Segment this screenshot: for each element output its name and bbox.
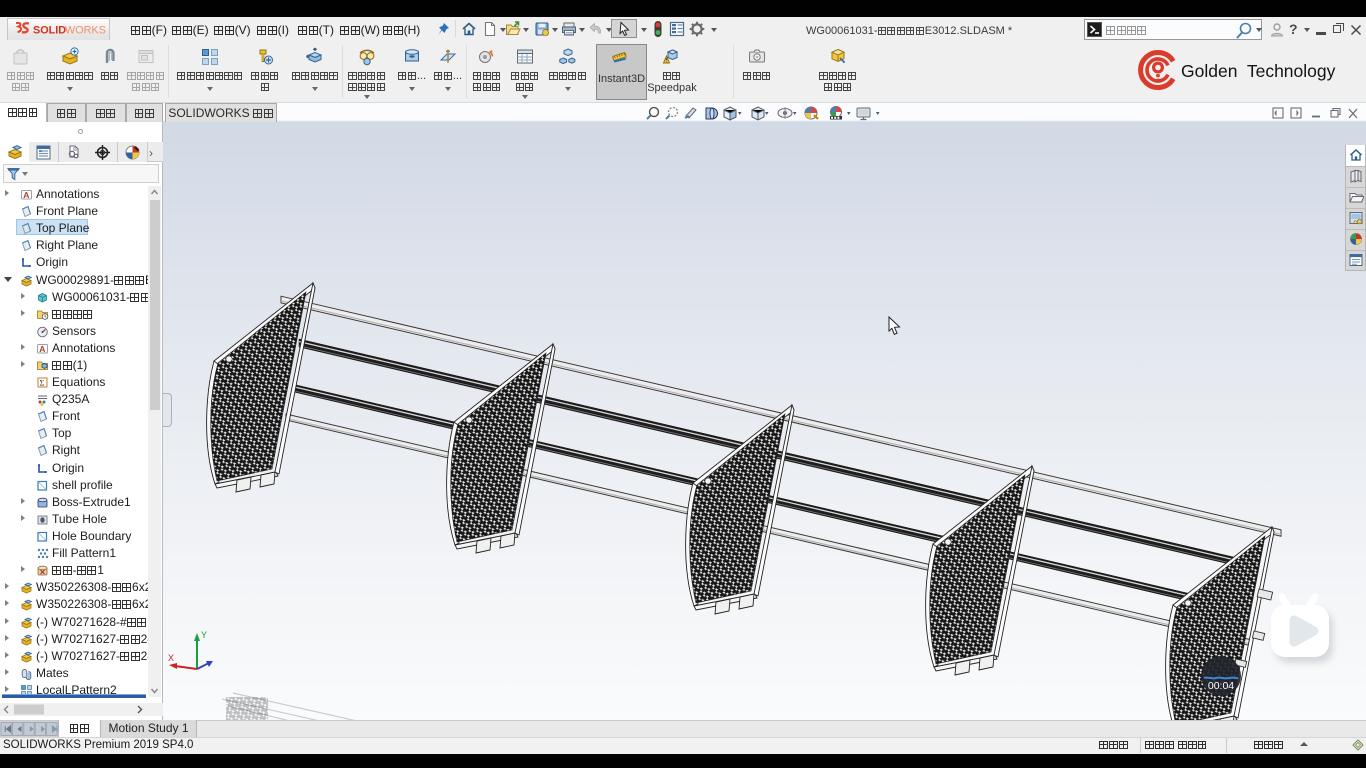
svg-text:X: X — [168, 653, 174, 663]
svg-text:00:04: 00:04 — [1208, 680, 1234, 692]
svg-text:Y: Y — [201, 630, 207, 640]
